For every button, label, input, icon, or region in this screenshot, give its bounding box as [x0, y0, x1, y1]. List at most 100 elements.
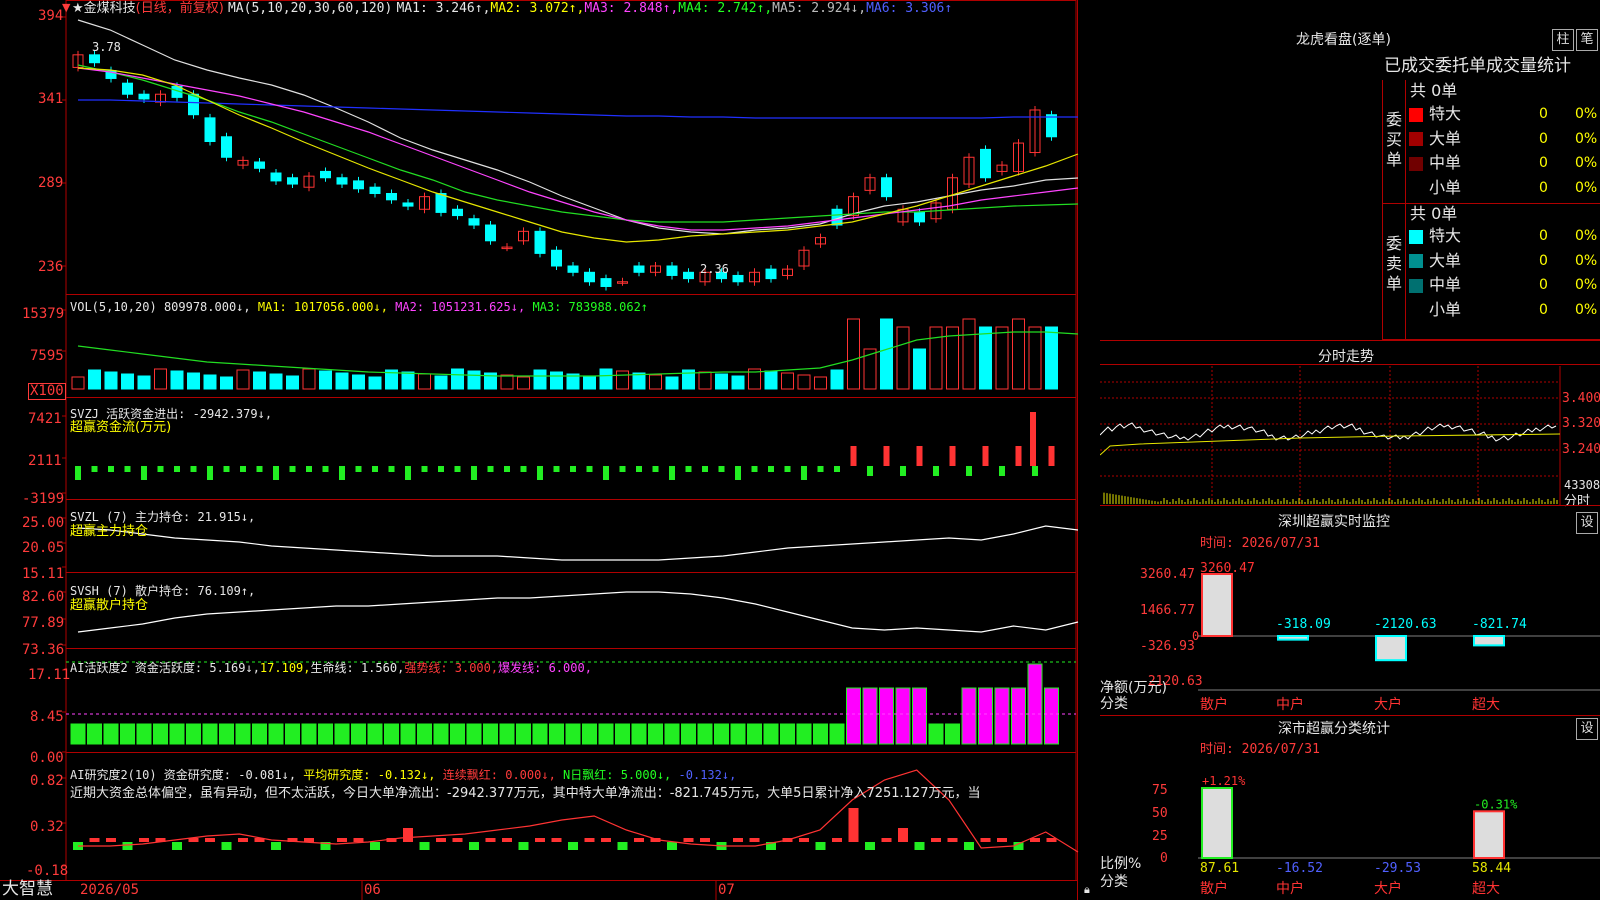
ai-activity-header: AI活跃度2 资金活跃度: 5.169↓,17.109,生命线: 1.560,强… — [70, 661, 592, 675]
monitor-bar-label: -318.09 — [1276, 617, 1331, 632]
flow-bar — [834, 466, 840, 472]
volume-bar — [71, 376, 85, 390]
candle-body — [485, 224, 496, 242]
classify-category-name: 中户 — [1276, 880, 1304, 897]
trading-window: { "header": { "star": "★", "stock_name":… — [0, 0, 1600, 900]
classify-category-name: 散户 — [1200, 880, 1228, 897]
stock-name[interactable]: 金煤科技 — [84, 1, 136, 16]
research-bar — [353, 838, 364, 842]
activity-bar — [202, 723, 218, 745]
ai2-axis-high: 0.82 — [30, 773, 64, 789]
volume-bar — [814, 376, 827, 390]
research-bar — [370, 842, 380, 850]
volume-bar — [847, 318, 860, 390]
volume-bar — [88, 369, 101, 390]
svzj-subtitle: 超赢资金流(万元) — [70, 420, 172, 435]
ma3-value: MA3: 2.848↑, — [584, 1, 679, 16]
vol-unit-badge[interactable]: X100 — [28, 383, 66, 400]
date-label-1: 2026/05 — [80, 882, 140, 898]
research-bar — [518, 842, 529, 850]
svzl-axis-low: 15.11 — [22, 566, 65, 582]
flow-bar — [817, 466, 824, 472]
monitor-bar-label: 3260.47 — [1200, 561, 1255, 576]
research-bar — [551, 838, 562, 842]
kline-chart-area[interactable] — [0, 0, 1100, 900]
ma5-value: MA5: 2.924↓, — [772, 1, 867, 16]
ai1-axis-low: 0.00 — [30, 750, 64, 766]
price-axis-341: 341 — [38, 91, 64, 107]
flow-bar — [520, 466, 527, 472]
lock-icon[interactable]: 🔒︎ — [1084, 882, 1090, 897]
ai1-axis-high: 17.11 — [28, 667, 71, 683]
activity-bar — [318, 723, 333, 745]
volume-bar — [533, 369, 547, 390]
low-price-mark: 2.36 — [700, 262, 729, 276]
flow-bar — [405, 466, 411, 480]
flow-bar — [454, 466, 461, 472]
research-bar — [617, 842, 628, 850]
flow-bar — [702, 466, 708, 472]
monitor-category-name: 超大 — [1472, 697, 1500, 713]
favorite-star-icon[interactable]: ★ — [72, 1, 84, 16]
research-bar — [700, 838, 710, 842]
price-axis-394: 394 — [38, 8, 64, 24]
research-bar — [304, 838, 314, 842]
flow-bar — [982, 446, 989, 466]
activity-bar — [466, 723, 482, 745]
flow-bar — [190, 466, 197, 472]
volume-bar — [203, 374, 217, 390]
volume-bar — [830, 369, 844, 390]
app-logo[interactable]: 大智慧 — [2, 880, 53, 899]
activity-bar — [648, 723, 663, 745]
research-bar — [139, 838, 149, 842]
flow-bar — [966, 466, 972, 476]
activity-bar — [747, 723, 762, 745]
ma4-value: MA4: 2.742↑, — [678, 1, 773, 16]
volume-bar — [995, 326, 1009, 390]
volume-bar — [302, 368, 316, 390]
candle-body — [369, 186, 381, 195]
activity-bar — [565, 723, 581, 745]
research-bar — [568, 842, 578, 850]
vol-header: VOL(5,10,20) 809978.000↓, MA1: 1017056.0… — [70, 300, 649, 314]
flow-bar — [223, 466, 230, 472]
research-bar — [436, 838, 446, 842]
candle-body — [435, 193, 447, 213]
activity-bar — [433, 723, 449, 745]
chart-header: ★金煤科技(日线，前复权) MA(5,10,20,30,60,120) MA1:… — [72, 1, 952, 16]
research-bar — [271, 842, 281, 850]
activity-bar — [961, 687, 977, 745]
candle-body — [402, 202, 414, 207]
monitor-bar-超大 — [1473, 635, 1505, 647]
flow-bar — [784, 466, 791, 472]
volume-bar — [236, 369, 250, 390]
candle-body — [452, 208, 463, 217]
flow-bar — [91, 466, 98, 472]
flow-bar — [256, 466, 263, 472]
research-bar — [898, 828, 908, 842]
activity-bar — [483, 723, 498, 745]
date-label-2: 06 — [364, 882, 381, 898]
monitor-bar-label: -821.74 — [1472, 617, 1527, 632]
flow-bar — [124, 466, 131, 472]
research-bar — [683, 838, 694, 842]
flow-bar — [619, 466, 626, 472]
volume-bar — [517, 376, 530, 390]
ma1-value: MA1: 3.246↑, — [396, 1, 491, 16]
activity-bar — [1027, 663, 1043, 745]
research-bar — [535, 838, 545, 842]
activity-bar — [219, 723, 234, 745]
volume-bar — [731, 375, 745, 390]
candle-body — [914, 211, 925, 223]
monitor-category-name: 散户 — [1200, 696, 1228, 713]
flow-bar — [289, 466, 296, 472]
activity-bar — [780, 723, 795, 745]
volume-bar — [632, 372, 646, 390]
candle-body — [386, 193, 397, 201]
activity-bar — [582, 723, 597, 745]
activity-bar — [285, 723, 300, 745]
volume-bar — [880, 318, 893, 390]
flow-bar — [768, 466, 774, 472]
flow-bar — [652, 466, 659, 472]
vol-ma-green — [77, 331, 1079, 377]
